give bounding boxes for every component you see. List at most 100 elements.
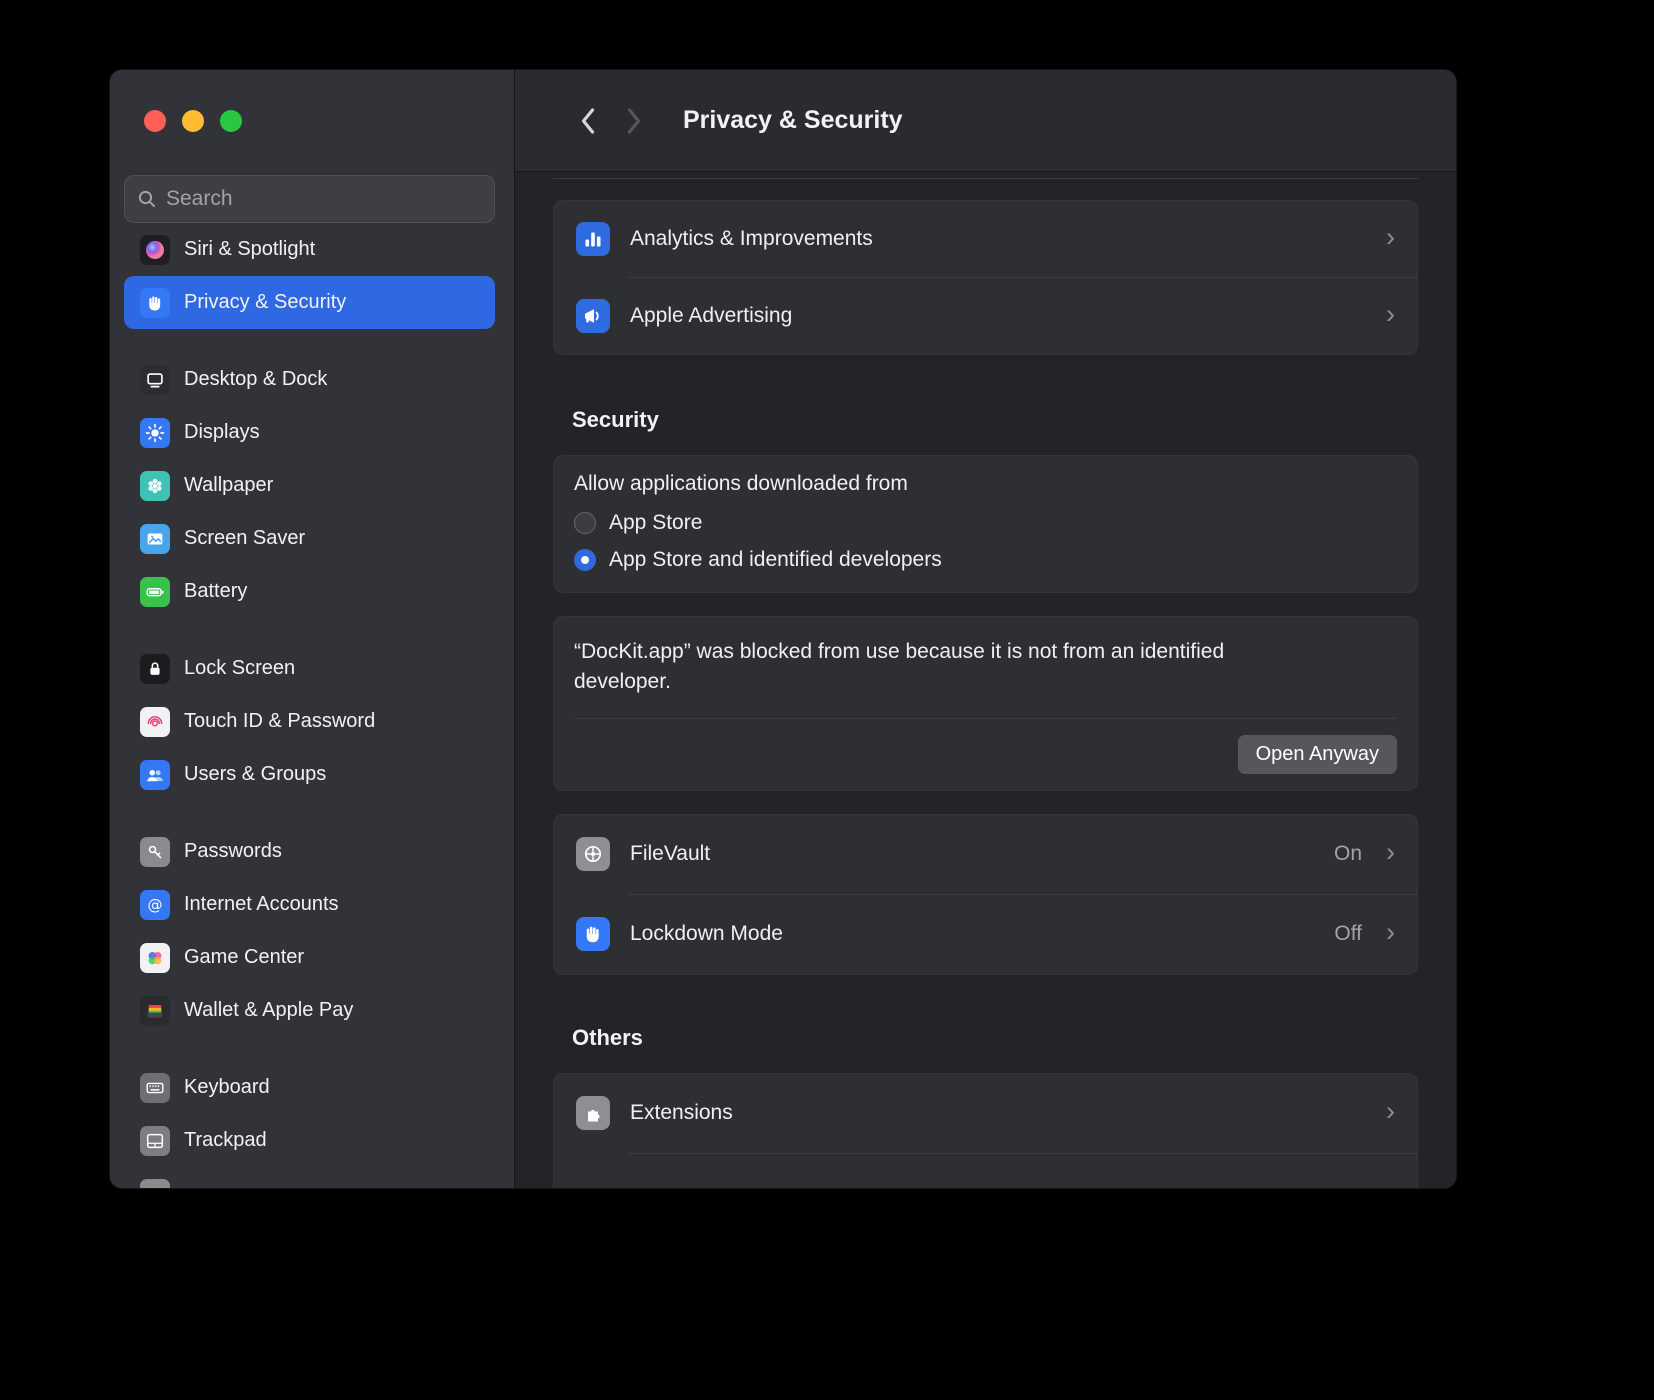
sidebar-item-touch-id[interactable]: Touch ID & Password bbox=[124, 695, 495, 748]
sidebar-item-keyboard[interactable]: Keyboard bbox=[124, 1061, 495, 1114]
toolbar: Privacy & Security bbox=[515, 70, 1456, 172]
apple-advertising-row[interactable]: Apple Advertising › bbox=[554, 278, 1417, 354]
sidebar-item-label: Touch ID & Password bbox=[184, 710, 375, 733]
sidebar-item-lock-screen[interactable]: Lock Screen bbox=[124, 642, 495, 695]
settings-scroll-area: Analytics & Improvements › Apple Adverti… bbox=[515, 172, 1456, 1188]
brightness-icon bbox=[140, 418, 170, 448]
puzzle-icon bbox=[576, 1096, 610, 1130]
padlock-icon bbox=[140, 654, 170, 684]
printer-icon bbox=[140, 1179, 170, 1189]
flower-icon bbox=[140, 471, 170, 501]
search-icon bbox=[137, 189, 157, 209]
megaphone-icon bbox=[576, 299, 610, 333]
sidebar-item-label: Trackpad bbox=[184, 1129, 267, 1152]
filevault-lockdown-card: FileVault On › Lockdown Mode Off › bbox=[553, 814, 1418, 975]
lockdown-mode-row[interactable]: Lockdown Mode Off › bbox=[554, 895, 1417, 974]
filevault-status: On bbox=[1334, 842, 1362, 866]
keyboard-icon bbox=[140, 1073, 170, 1103]
sidebar-item-label: Keyboard bbox=[184, 1076, 270, 1099]
row-label: FileVault bbox=[630, 842, 1314, 866]
card-divider bbox=[574, 718, 1397, 719]
chevron-left-icon bbox=[584, 110, 593, 132]
others-card: Extensions › bbox=[553, 1073, 1418, 1188]
search-input[interactable] bbox=[166, 187, 482, 211]
filevault-icon bbox=[576, 837, 610, 871]
blocked-app-message: “DocKit.app” was blocked from use becaus… bbox=[574, 637, 1274, 698]
sidebar-item-label: Privacy & Security bbox=[184, 291, 346, 314]
close-button[interactable] bbox=[144, 110, 166, 132]
analytics-advertising-card: Analytics & Improvements › Apple Adverti… bbox=[553, 200, 1418, 355]
extensions-row[interactable]: Extensions › bbox=[554, 1074, 1417, 1153]
open-anyway-button[interactable]: Open Anyway bbox=[1238, 735, 1397, 774]
row-label: Lockdown Mode bbox=[630, 922, 1314, 946]
others-section-heading: Others bbox=[572, 1025, 1418, 1051]
siri-icon bbox=[140, 235, 170, 265]
sidebar-item-label: Displays bbox=[184, 421, 260, 444]
sidebar-item-battery[interactable]: Battery bbox=[124, 565, 495, 618]
radio-label: App Store and identified developers bbox=[609, 548, 942, 572]
minimize-button[interactable] bbox=[182, 110, 204, 132]
row-label: Extensions bbox=[630, 1101, 1366, 1125]
svg-text:@: @ bbox=[148, 896, 163, 914]
row-divider bbox=[629, 1153, 1417, 1154]
sidebar-list: Siri & Spotlight Privacy & Security Desk… bbox=[124, 223, 495, 1188]
sidebar-item-displays[interactable]: Displays bbox=[124, 406, 495, 459]
zoom-button[interactable] bbox=[220, 110, 242, 132]
blocked-app-card: “DocKit.app” was blocked from use becaus… bbox=[553, 616, 1418, 791]
sidebar-item-privacy-security[interactable]: Privacy & Security bbox=[124, 276, 495, 329]
sidebar-item-label: Wallet & Apple Pay bbox=[184, 999, 353, 1022]
users-icon bbox=[140, 760, 170, 790]
sidebar-item-wallet[interactable]: Wallet & Apple Pay bbox=[124, 984, 495, 1037]
trackpad-icon bbox=[140, 1126, 170, 1156]
sidebar-item-screen-saver[interactable]: Screen Saver bbox=[124, 512, 495, 565]
wallet-icon bbox=[140, 996, 170, 1026]
allow-applications-label: Allow applications downloaded from bbox=[574, 472, 1397, 496]
sidebar-item-siri-spotlight[interactable]: Siri & Spotlight bbox=[124, 223, 495, 276]
lockdown-hand-icon bbox=[576, 917, 610, 951]
battery-icon bbox=[140, 577, 170, 607]
sidebar-item-desktop-dock[interactable]: Desktop & Dock bbox=[124, 353, 495, 406]
row-label: Apple Advertising bbox=[630, 304, 1366, 328]
sidebar-item-game-center[interactable]: Game Center bbox=[124, 931, 495, 984]
filevault-row[interactable]: FileVault On › bbox=[554, 815, 1417, 894]
sidebar-item-users-groups[interactable]: Users & Groups bbox=[124, 748, 495, 801]
radio-off-icon[interactable] bbox=[574, 512, 596, 534]
security-section-heading: Security bbox=[572, 407, 1418, 433]
sidebar-item-partial[interactable] bbox=[124, 1167, 495, 1188]
window-controls bbox=[144, 110, 242, 132]
radio-label: App Store bbox=[609, 511, 702, 535]
chevron-right-icon: › bbox=[1386, 919, 1395, 946]
chevron-right-icon: › bbox=[1386, 301, 1395, 328]
search-field[interactable] bbox=[124, 175, 495, 223]
hand-icon bbox=[140, 288, 170, 318]
page-title: Privacy & Security bbox=[683, 106, 903, 135]
sidebar-item-passwords[interactable]: Passwords bbox=[124, 825, 495, 878]
fingerprint-icon bbox=[140, 707, 170, 737]
sidebar-item-label: Battery bbox=[184, 580, 247, 603]
desktop-dock-icon bbox=[140, 365, 170, 395]
sidebar-item-wallpaper[interactable]: Wallpaper bbox=[124, 459, 495, 512]
analytics-row[interactable]: Analytics & Improvements › bbox=[554, 201, 1417, 277]
forward-button[interactable] bbox=[611, 98, 657, 144]
screensaver-icon bbox=[140, 524, 170, 554]
scrolled-card-edge bbox=[553, 178, 1418, 179]
sidebar-item-label: Game Center bbox=[184, 946, 304, 969]
sidebar-item-label: Desktop & Dock bbox=[184, 368, 327, 391]
sidebar-item-label: Users & Groups bbox=[184, 763, 326, 786]
sidebar-item-trackpad[interactable]: Trackpad bbox=[124, 1114, 495, 1167]
chevron-right-icon: › bbox=[1386, 1098, 1395, 1125]
game-center-icon bbox=[140, 943, 170, 973]
sidebar-item-label: Passwords bbox=[184, 840, 282, 863]
sidebar-item-label: Internet Accounts bbox=[184, 893, 339, 916]
back-button[interactable] bbox=[565, 98, 611, 144]
sidebar-item-label: Wallpaper bbox=[184, 474, 273, 497]
radio-option-app-store[interactable]: App Store bbox=[574, 504, 1397, 541]
sidebar-item-label: Lock Screen bbox=[184, 657, 295, 680]
sidebar-item-internet-accounts[interactable]: @ Internet Accounts bbox=[124, 878, 495, 931]
sidebar-item-label: Siri & Spotlight bbox=[184, 238, 315, 261]
radio-on-icon[interactable] bbox=[574, 549, 596, 571]
radio-option-identified-developers[interactable]: App Store and identified developers bbox=[574, 541, 1397, 578]
sidebar-item-label: Screen Saver bbox=[184, 527, 305, 550]
sidebar: Siri & Spotlight Privacy & Security Desk… bbox=[110, 70, 515, 1188]
key-icon bbox=[140, 837, 170, 867]
